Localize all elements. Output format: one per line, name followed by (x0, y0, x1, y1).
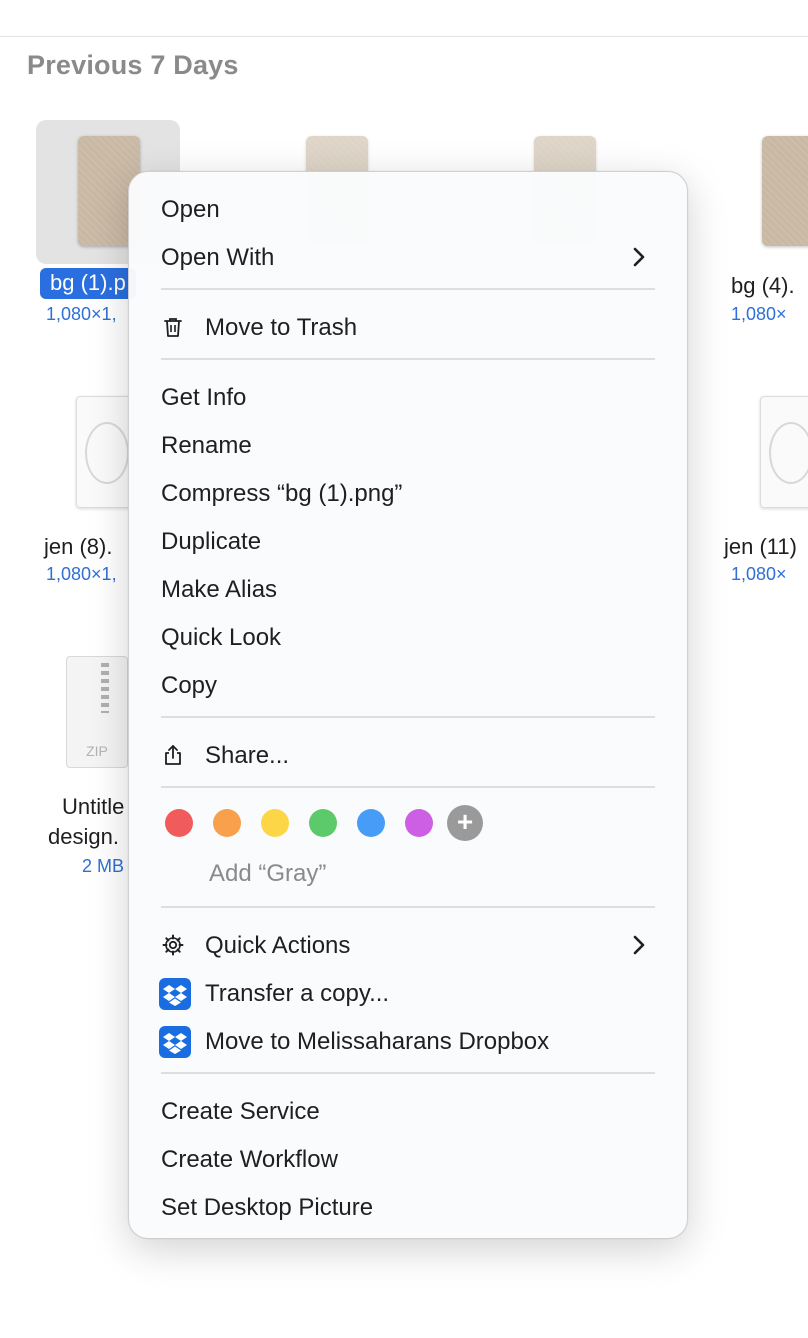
context-menu: Open Open With Move to Trash Get Info Re… (128, 171, 688, 1239)
file-name-selected[interactable]: bg (1).p (40, 268, 136, 299)
menu-item-label: Open (161, 196, 220, 223)
menu-item-label: Make Alias (161, 576, 278, 603)
tag-purple[interactable] (405, 809, 433, 837)
menu-item-create-workflow[interactable]: Create Workflow (129, 1136, 687, 1180)
menu-item-move-to-trash[interactable]: Move to Trash (129, 304, 687, 348)
file-meta: 1,080× (731, 304, 787, 324)
tag-green[interactable] (309, 809, 337, 837)
add-tag-label: Add “Gray” (209, 860, 327, 887)
menu-separator (161, 786, 655, 788)
menu-item-label: Open With (161, 244, 275, 271)
menu-item-label: Copy (161, 672, 218, 699)
menu-separator (161, 358, 655, 360)
tag-orange[interactable] (213, 809, 241, 837)
menu-item-label: Create Service (161, 1098, 320, 1125)
menu-item-label: Move to Melissaharans Dropbox (205, 1028, 550, 1055)
menu-item-label: Set Desktop Picture (161, 1194, 374, 1221)
menu-item-quick-actions[interactable]: Quick Actions (129, 922, 687, 966)
file-thumbnail[interactable] (76, 396, 134, 508)
menu-item-set-desktop-picture[interactable]: Set Desktop Picture (129, 1184, 687, 1228)
menu-item-label: Rename (161, 432, 252, 459)
chevron-right-icon (633, 935, 645, 955)
file-thumbnail[interactable] (760, 396, 808, 508)
tag-blue[interactable] (357, 809, 385, 837)
add-tag-plus-icon[interactable]: + (447, 805, 483, 841)
file-name-line1[interactable]: Untitle (62, 794, 124, 820)
menu-item-label: Quick Actions (205, 932, 351, 959)
menu-item-transfer-copy[interactable]: Transfer a copy... (129, 970, 687, 1014)
tag-red[interactable] (165, 809, 193, 837)
share-icon (165, 745, 181, 765)
trash-icon (164, 318, 182, 337)
file-meta: 2 MB (82, 856, 125, 876)
dropbox-icon (159, 1026, 191, 1058)
menu-item-compress[interactable]: Compress “bg (1).png” (129, 470, 687, 514)
menu-item-label: Quick Look (161, 624, 282, 651)
file-meta: 1,080×1, (46, 564, 117, 584)
dropbox-icon (159, 978, 191, 1010)
menu-separator (161, 906, 655, 908)
menu-item-get-info[interactable]: Get Info (129, 374, 687, 418)
toolbar-divider (0, 36, 808, 37)
zipper-graphic (101, 663, 109, 713)
zip-file-icon[interactable]: ZIP (66, 656, 128, 768)
menu-separator (161, 1072, 655, 1074)
file-name-line2[interactable]: design. (48, 824, 119, 850)
tag-yellow[interactable] (261, 809, 289, 837)
zip-label: ZIP (86, 743, 108, 759)
menu-item-rename[interactable]: Rename (129, 422, 687, 466)
file-thumbnail[interactable] (762, 136, 808, 246)
thumbnail-oval (769, 422, 808, 484)
section-title: Previous 7 Days (27, 50, 239, 80)
file-name[interactable]: bg (4). (731, 273, 795, 299)
menu-item-label: Share... (205, 742, 290, 769)
menu-item-share[interactable]: Share... (129, 732, 687, 776)
menu-item-label: Duplicate (161, 528, 262, 555)
menu-item-label: Transfer a copy... (205, 980, 390, 1007)
menu-item-label: Move to Trash (205, 314, 358, 341)
menu-item-open[interactable]: Open (129, 186, 687, 230)
menu-item-label: Compress “bg (1).png” (161, 480, 403, 507)
file-name[interactable]: jen (11) (724, 534, 797, 560)
menu-item-create-service[interactable]: Create Service (129, 1088, 687, 1132)
file-name[interactable]: jen (8). (44, 534, 112, 560)
menu-separator (161, 288, 655, 290)
menu-item-duplicate[interactable]: Duplicate (129, 518, 687, 562)
thumbnail-oval (85, 422, 129, 484)
file-meta: 1,080× (731, 564, 787, 584)
menu-separator (161, 716, 655, 718)
menu-item-label: Get Info (161, 384, 247, 411)
chevron-right-icon (633, 247, 645, 267)
menu-item-quick-look[interactable]: Quick Look (129, 614, 687, 658)
menu-item-copy[interactable]: Copy (129, 662, 687, 706)
menu-item-label: Create Workflow (161, 1146, 338, 1173)
gear-icon (162, 934, 184, 956)
menu-item-move-to-dropbox[interactable]: Move to Melissaharans Dropbox (129, 1018, 687, 1062)
menu-item-open-with[interactable]: Open With (129, 234, 687, 278)
menu-item-make-alias[interactable]: Make Alias (129, 566, 687, 610)
file-meta: 1,080×1, (46, 304, 117, 324)
